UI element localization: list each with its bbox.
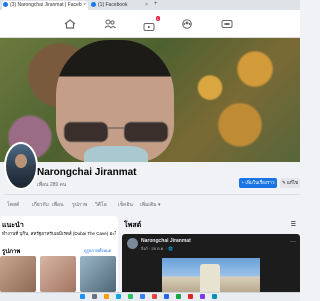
close-tab-icon[interactable]: × bbox=[145, 1, 148, 10]
watch-icon-wrap[interactable]: 1 bbox=[143, 16, 160, 31]
app-icon[interactable] bbox=[152, 294, 157, 299]
close-tab-icon[interactable]: × bbox=[83, 1, 86, 10]
browser-tab-facebook[interactable]: (1) Facebook × bbox=[90, 1, 150, 10]
photo-thumbnail[interactable] bbox=[40, 256, 76, 292]
photo-thumbnail[interactable] bbox=[0, 256, 36, 292]
post-author-name[interactable]: Narongchai Jiranmat bbox=[141, 238, 191, 244]
file-explorer-icon[interactable] bbox=[104, 294, 109, 299]
cover-photo[interactable] bbox=[0, 38, 300, 162]
post-meta: ลิงก์ · 28 ต.ค. · 🌐 bbox=[141, 246, 173, 251]
post-card: Narongchai Jiranmat ลิงก์ · 28 ต.ค. · 🌐 … bbox=[122, 234, 300, 292]
browser-tab-profile[interactable]: (3) Narongchai Jiranmat | Faceb × bbox=[2, 1, 88, 10]
profile-name: Narongchai Jiranmat bbox=[37, 167, 137, 178]
store-icon[interactable] bbox=[140, 294, 145, 299]
edit-profile-label: แก้ไข bbox=[287, 180, 298, 185]
profile-divider bbox=[4, 194, 300, 195]
excel-icon[interactable] bbox=[176, 294, 181, 299]
posts-title: โพสต์ bbox=[124, 222, 142, 229]
tab-posts[interactable]: โพสต์ bbox=[7, 201, 19, 209]
notification-badge: 1 bbox=[155, 16, 160, 21]
edge-icon[interactable] bbox=[116, 294, 121, 299]
tab-more[interactable]: เพิ่มเติม bbox=[140, 201, 160, 209]
friend-count[interactable]: เพื่อน 289 คน bbox=[37, 181, 66, 189]
home-icon[interactable] bbox=[64, 19, 76, 29]
start-icon[interactable] bbox=[80, 294, 85, 299]
posts-section: โพสต์ ☰ Narongchai Jiranmat ลิงก์ · 28 ต… bbox=[122, 216, 300, 292]
intro-card: แนะนำ ทำงานที่ บุกิน, สหรัฐอาหรับเอมิเรต… bbox=[0, 216, 118, 292]
facebook-favicon-icon bbox=[91, 2, 96, 8]
gaming-icon[interactable] bbox=[221, 19, 233, 29]
word-icon[interactable] bbox=[164, 294, 169, 299]
browser-tab-label: (3) Narongchai Jiranmat | Faceb bbox=[10, 2, 82, 8]
edit-profile-button[interactable]: ✎ แก้ไข bbox=[280, 178, 300, 188]
tab-photos[interactable]: รูปภาพ bbox=[72, 201, 87, 209]
browser-tab-label: (1) Facebook bbox=[98, 2, 128, 8]
facebook-favicon-icon bbox=[3, 2, 8, 8]
search-icon[interactable] bbox=[92, 294, 97, 299]
tab-friends[interactable]: เพื่อน bbox=[52, 201, 63, 209]
filter-icon[interactable]: ☰ bbox=[291, 221, 296, 228]
app-icon[interactable] bbox=[200, 294, 205, 299]
friends-icon[interactable] bbox=[104, 19, 116, 29]
add-to-story-label: เพิ่มในเรื่องราว bbox=[245, 180, 275, 185]
see-all-photos-link[interactable]: ดูรูปภาพทั้งหมด bbox=[84, 247, 111, 254]
temple-tower-graphic bbox=[200, 264, 220, 292]
post-author-avatar[interactable] bbox=[127, 238, 138, 249]
watch-icon bbox=[143, 23, 155, 31]
app-icon[interactable] bbox=[212, 294, 217, 299]
add-to-story-button[interactable]: + เพิ่มในเรื่องราว bbox=[239, 178, 277, 188]
profile-avatar[interactable] bbox=[4, 142, 38, 190]
groups-icon[interactable] bbox=[181, 19, 193, 29]
tab-checkins[interactable]: เช็คอิน bbox=[118, 201, 133, 209]
powerpoint-icon[interactable] bbox=[188, 294, 193, 299]
more-options-icon[interactable]: ··· bbox=[290, 239, 296, 245]
sunglasses-graphic bbox=[63, 121, 169, 143]
face-mask-graphic bbox=[84, 146, 148, 162]
tab-videos[interactable]: วิดีโอ bbox=[95, 201, 107, 209]
facebook-top-nav: 1 bbox=[0, 10, 300, 38]
photo-thumbnail[interactable] bbox=[80, 256, 116, 292]
intro-workplace: ทำงานที่ บุกิน, สหรัฐอาหรับเอมิเรตส์ (Du… bbox=[2, 231, 116, 236]
browser-tab-bar: (3) Narongchai Jiranmat | Faceb × (1) Fa… bbox=[0, 0, 300, 10]
profile-tabs: โพสต์ เกี่ยวกับ เพื่อน รูปภาพ วิดีโอ เช็… bbox=[0, 196, 300, 212]
avatar-face bbox=[15, 154, 27, 168]
chrome-icon[interactable] bbox=[128, 294, 133, 299]
tab-about[interactable]: เกี่ยวกับ bbox=[32, 201, 49, 209]
new-tab-button[interactable]: + bbox=[154, 1, 158, 7]
photos-title: รูปภาพ bbox=[2, 249, 21, 255]
post-image[interactable] bbox=[162, 258, 260, 292]
